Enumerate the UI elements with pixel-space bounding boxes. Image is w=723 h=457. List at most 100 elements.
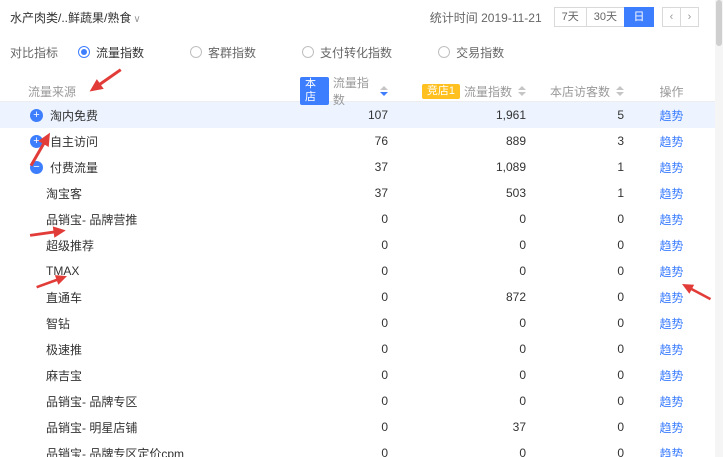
- trend-link[interactable]: 趋势: [659, 135, 683, 149]
- chevron-down-icon: ∨: [133, 14, 140, 25]
- filter-options: 流量指数 客群指数 支付转化指数 交易指数: [78, 44, 550, 61]
- traffic-source-label: 品销宝- 品牌专区定价cpm: [46, 445, 184, 457]
- trend-link[interactable]: 趋势: [659, 421, 683, 435]
- metric-radio-label: 支付转化指数: [320, 44, 392, 61]
- column-header-action: 操作: [628, 83, 715, 100]
- table-row[interactable]: 智钻 0 0 0 趋势: [0, 310, 715, 336]
- traffic-source-label: 直通车: [46, 289, 82, 306]
- date-nav-group: ‹ ›: [662, 7, 699, 27]
- own-store-badge: 本店: [300, 77, 329, 105]
- radio-icon: [78, 46, 90, 58]
- table-row[interactable]: 品销宝- 品牌专区 0 0 0 趋势: [0, 388, 715, 414]
- table-row[interactable]: 超级推荐 0 0 0 趋势: [0, 232, 715, 258]
- date-range-button[interactable]: 7天: [554, 7, 587, 27]
- traffic-source-label: 超级推荐: [46, 237, 94, 254]
- metric-radio-label: 客群指数: [208, 44, 256, 61]
- date-range-button[interactable]: 日: [624, 7, 654, 27]
- traffic-source-label: 极速推: [46, 341, 82, 358]
- expand-toggle-icon[interactable]: −: [30, 161, 43, 174]
- table-row[interactable]: 品销宝- 明星店铺 0 37 0 趋势: [0, 414, 715, 440]
- expand-toggle-icon[interactable]: +: [30, 135, 43, 148]
- traffic-source-label: 智钻: [46, 315, 70, 332]
- own-metric-label: 流量指数: [333, 74, 374, 108]
- traffic-source-label: 麻吉宝: [46, 367, 82, 384]
- radio-icon: [302, 46, 314, 58]
- table-body: + 淘内免费 107 1,961 5 趋势 + 自主访问 76 889 3 趋势…: [0, 102, 715, 457]
- own-index-value: 0: [300, 290, 392, 304]
- radio-icon: [438, 46, 450, 58]
- trend-link[interactable]: 趋势: [659, 447, 683, 457]
- table-row[interactable]: 极速推 0 0 0 趋势: [0, 336, 715, 362]
- scrollbar-thumb[interactable]: [716, 0, 722, 46]
- trend-link[interactable]: 趋势: [659, 265, 683, 279]
- category-breadcrumb[interactable]: 水产肉类/..鲜蔬果/熟食∨: [10, 9, 141, 26]
- trend-link[interactable]: 趋势: [659, 317, 683, 331]
- trend-link[interactable]: 趋势: [659, 213, 683, 227]
- expand-toggle-icon[interactable]: +: [30, 109, 43, 122]
- metric-radio[interactable]: 交易指数: [438, 44, 504, 61]
- competitor-badge: 竞店1: [422, 84, 460, 99]
- metric-radio[interactable]: 客群指数: [190, 44, 256, 61]
- table-row[interactable]: 淘宝客 37 503 1 趋势: [0, 180, 715, 206]
- table-row[interactable]: 麻吉宝 0 0 0 趋势: [0, 362, 715, 388]
- sort-icon[interactable]: [518, 86, 526, 96]
- column-header-own-index: 本店 流量指数: [300, 74, 392, 108]
- competitor-index-value: 0: [392, 446, 530, 457]
- visitors-value: 5: [530, 108, 628, 122]
- prev-date-button[interactable]: ‹: [662, 7, 681, 27]
- competitor-index-value: 0: [392, 368, 530, 382]
- metric-radio-label: 流量指数: [96, 44, 144, 61]
- trend-link[interactable]: 趋势: [659, 187, 683, 201]
- competitor-index-value: 872: [392, 290, 530, 304]
- table-row[interactable]: TMAX 0 0 0 趋势: [0, 258, 715, 284]
- trend-link[interactable]: 趋势: [659, 239, 683, 253]
- own-index-value: 0: [300, 212, 392, 226]
- date-range-group: 7天30天日: [554, 7, 654, 27]
- sort-icon[interactable]: [380, 86, 388, 96]
- trend-link[interactable]: 趋势: [659, 161, 683, 175]
- own-index-value: 0: [300, 394, 392, 408]
- trend-link[interactable]: 趋势: [659, 369, 683, 383]
- visitors-value: 0: [530, 212, 628, 226]
- competitor-index-value: 0: [392, 316, 530, 330]
- traffic-source-label: 淘宝客: [46, 185, 82, 202]
- metric-radio[interactable]: 支付转化指数: [302, 44, 392, 61]
- traffic-table: 流量来源 本店 流量指数 竞店1 流量指数 本店访客数 操作 + 淘内免费 10…: [0, 74, 715, 457]
- sort-icon[interactable]: [616, 86, 624, 96]
- column-header-competitor-index: 竞店1 流量指数: [392, 83, 530, 100]
- table-header: 流量来源 本店 流量指数 竞店1 流量指数 本店访客数 操作: [0, 74, 715, 102]
- trend-link[interactable]: 趋势: [659, 291, 683, 305]
- breadcrumb-text: 水产肉类/..鲜蔬果/熟食: [10, 11, 131, 25]
- table-row[interactable]: + 自主访问 76 889 3 趋势: [0, 128, 715, 154]
- table-row[interactable]: 品销宝- 品牌营推 0 0 0 趋势: [0, 206, 715, 232]
- competitor-index-value: 0: [392, 238, 530, 252]
- table-row[interactable]: − 付费流量 37 1,089 1 趋势: [0, 154, 715, 180]
- competitor-index-value: 0: [392, 342, 530, 356]
- own-index-value: 0: [300, 238, 392, 252]
- metric-radio-label: 交易指数: [456, 44, 504, 61]
- date-range-button[interactable]: 30天: [586, 7, 625, 27]
- table-row[interactable]: 品销宝- 品牌专区定价cpm 0 0 0 趋势: [0, 440, 715, 457]
- compare-metric-label: 对比指标: [10, 44, 58, 61]
- metric-radio[interactable]: 流量指数: [78, 44, 144, 61]
- trend-link[interactable]: 趋势: [659, 109, 683, 123]
- competitor-index-value: 1,961: [392, 108, 530, 122]
- visitors-value: 0: [530, 316, 628, 330]
- next-date-button[interactable]: ›: [680, 7, 699, 27]
- topbar-right: 统计时间 2019-11-21 7天30天日 ‹ ›: [430, 7, 707, 27]
- column-header-source: 流量来源: [0, 83, 300, 100]
- competitor-index-value: 37: [392, 420, 530, 434]
- trend-link[interactable]: 趋势: [659, 343, 683, 357]
- visitors-value: 0: [530, 368, 628, 382]
- traffic-source-label: 品销宝- 品牌专区: [46, 393, 137, 410]
- traffic-source-label: 自主访问: [50, 133, 98, 150]
- table-row[interactable]: 直通车 0 872 0 趋势: [0, 284, 715, 310]
- trend-link[interactable]: 趋势: [659, 395, 683, 409]
- column-header-visitors: 本店访客数: [530, 83, 628, 100]
- visitors-value: 0: [530, 342, 628, 356]
- vertical-scrollbar[interactable]: [715, 0, 723, 457]
- traffic-source-label: 付费流量: [50, 159, 98, 176]
- topbar: 水产肉类/..鲜蔬果/熟食∨ 统计时间 2019-11-21 7天30天日 ‹ …: [0, 0, 723, 28]
- visitors-value: 1: [530, 186, 628, 200]
- compare-metric-row: 对比指标 流量指数 客群指数 支付转化指数 交易指数: [0, 42, 723, 62]
